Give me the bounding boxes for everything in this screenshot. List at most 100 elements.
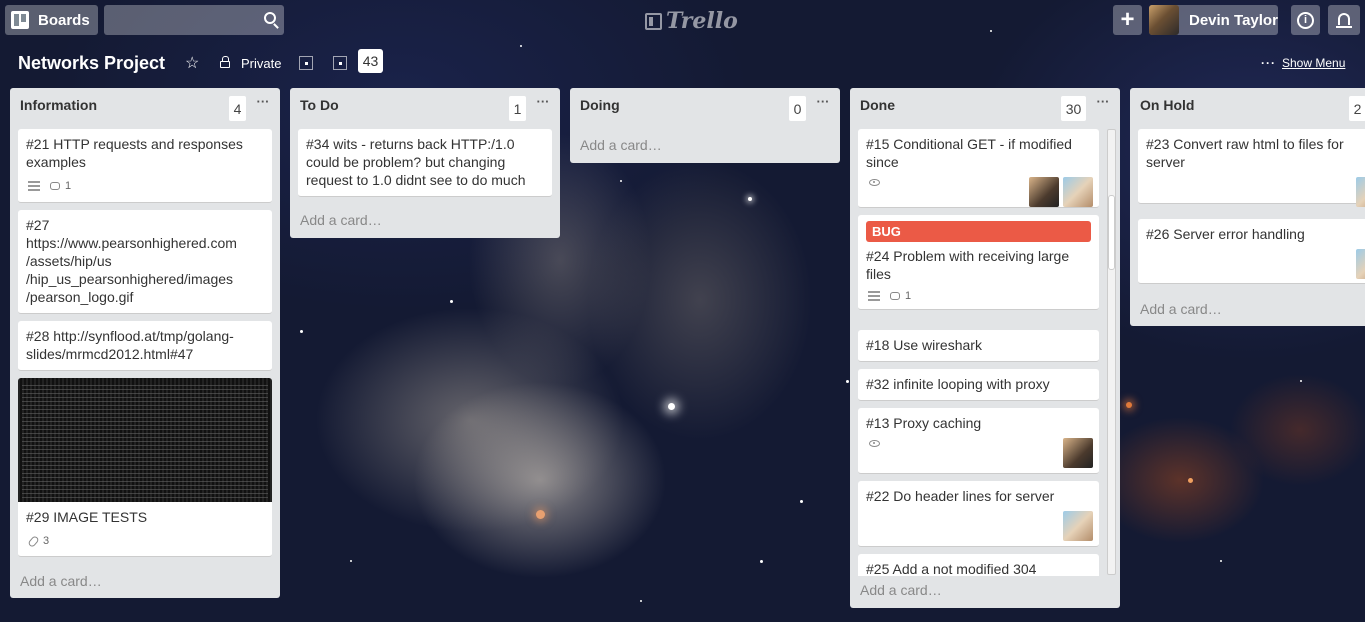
card-title: #22 Do header lines for server (866, 488, 1055, 504)
list-cards-scroll[interactable]: #15 Conditional GET - if modified since … (850, 124, 1120, 576)
member-avatar[interactable] (1063, 438, 1093, 468)
card-25[interactable]: #25 Add a not modified 304 (858, 554, 1099, 576)
list-header[interactable]: On Hold 2 (1130, 88, 1365, 124)
boards-label: Boards (38, 11, 90, 29)
list-doing: Doing 0 ··· Add a card… (570, 88, 840, 163)
card-26[interactable]: #26 Server error handling (1138, 219, 1365, 284)
card-cover-image[interactable] (18, 378, 272, 502)
card-badges: 1 (26, 177, 264, 195)
list-information: Information 4 ··· #21 HTTP requests and … (10, 88, 280, 598)
list-header[interactable]: Information 4 ··· (10, 88, 280, 124)
add-button[interactable]: + (1113, 5, 1142, 35)
boards-button[interactable]: Boards (5, 5, 98, 35)
card-24[interactable]: BUG #24 Problem with receiving large fil… (858, 215, 1099, 310)
card-badges: 3 (26, 532, 264, 550)
info-icon: i (1297, 11, 1314, 29)
list-title[interactable]: Doing (580, 97, 620, 113)
list-title[interactable]: Information (20, 97, 97, 113)
list-on-hold: On Hold 2 #23 Convert raw html to files … (1130, 88, 1365, 326)
board-power-up-icon-2[interactable] (333, 56, 347, 70)
card-title: #24 Problem with receiving large files (866, 248, 1070, 282)
list-count-badge: 2 (1349, 96, 1365, 121)
card-21[interactable]: #21 HTTP requests and responses examples… (18, 129, 272, 203)
add-card-button[interactable]: Add a card… (300, 212, 382, 228)
trello-logo-icon (645, 12, 662, 30)
comment-count: 1 (65, 180, 72, 192)
list-menu-icon[interactable]: ··· (253, 94, 273, 109)
scrollbar-thumb[interactable] (1108, 195, 1115, 270)
list-header[interactable]: To Do 1 ··· (290, 88, 560, 124)
description-icon (868, 291, 880, 301)
list-scrollbar[interactable] (1107, 129, 1116, 575)
list-count-badge: 4 (229, 96, 246, 121)
card-29[interactable]: #29 IMAGE TESTS 3 (18, 502, 272, 557)
card-34[interactable]: #34 wits - returns back HTTP:/1.0 could … (298, 129, 552, 197)
card-title: #15 Conditional GET - if modified since (866, 136, 1072, 170)
card-28[interactable]: #28 http://synflood.at/tmp/golang-slides… (18, 321, 272, 371)
card-badges (866, 438, 1091, 447)
more-icon[interactable]: ··· (1261, 56, 1276, 70)
card-title: #25 Add a not modified 304 (866, 561, 1037, 576)
plus-icon: + (1120, 6, 1135, 33)
card-title: #23 Convert raw html to files for server (1146, 136, 1344, 170)
bell-icon (1336, 13, 1352, 28)
member-avatar[interactable] (1356, 177, 1365, 207)
user-menu-button[interactable]: Devin Taylor (1149, 5, 1278, 35)
board-count-badge[interactable]: 43 (358, 49, 383, 73)
trello-logo[interactable]: Trello (645, 8, 738, 34)
card-title: #21 HTTP requests and responses examples (26, 136, 243, 170)
list-done: Done 30 ··· #15 Conditional GET - if mod… (850, 88, 1120, 608)
card-32[interactable]: #32 infinite looping with proxy (858, 369, 1099, 401)
card-13[interactable]: #13 Proxy caching (858, 408, 1099, 474)
card-title: #18 Use wireshark (866, 337, 982, 353)
watch-icon (869, 440, 880, 447)
comment-count: 1 (905, 290, 912, 302)
list-title[interactable]: On Hold (1140, 97, 1194, 113)
card-title: #34 wits - returns back HTTP:/1.0 could … (306, 136, 526, 188)
list-menu-icon[interactable]: ··· (533, 94, 553, 109)
card-23[interactable]: #23 Convert raw html to files for server (1138, 129, 1365, 207)
description-icon (28, 181, 40, 191)
list-title[interactable]: Done (860, 97, 895, 113)
watch-icon (869, 179, 880, 186)
attachment-icon (27, 534, 40, 548)
add-card-button[interactable]: Add a card… (20, 573, 102, 589)
card-27[interactable]: #27 https://www.pearsonhighered.com /ass… (18, 210, 272, 314)
member-avatar[interactable] (1063, 177, 1093, 207)
board-title[interactable]: Networks Project (18, 53, 165, 74)
list-to-do: To Do 1 ··· #34 wits - returns back HTTP… (290, 88, 560, 238)
star-icon[interactable]: ☆ (185, 54, 199, 72)
card-22[interactable]: #22 Do header lines for server (858, 481, 1099, 547)
list-count-badge: 1 (509, 96, 526, 121)
card-18[interactable]: #18 Use wireshark (858, 330, 1099, 362)
member-avatar[interactable] (1029, 177, 1059, 207)
add-card-button[interactable]: Add a card… (580, 137, 662, 153)
list-header[interactable]: Done 30 ··· (850, 88, 1120, 124)
search-input[interactable] (104, 5, 284, 35)
list-menu-icon[interactable]: ··· (1093, 94, 1113, 109)
list-count-badge: 30 (1061, 96, 1086, 121)
list-title[interactable]: To Do (300, 97, 339, 113)
list-header[interactable]: Doing 0 ··· (570, 88, 840, 124)
card-15[interactable]: #15 Conditional GET - if modified since (858, 129, 1099, 208)
card-title: #32 infinite looping with proxy (866, 376, 1050, 392)
member-avatar[interactable] (1356, 249, 1365, 279)
list-menu-icon[interactable]: ··· (813, 94, 833, 109)
card-badges: 1 (866, 287, 1091, 305)
board-power-up-icon[interactable] (299, 56, 313, 70)
top-navigation-bar: Boards Trello + Devin Taylor i (0, 0, 1365, 40)
card-title: #27 https://www.pearsonhighered.com /ass… (26, 217, 237, 305)
card-title: #26 Server error handling (1146, 226, 1305, 242)
info-button[interactable]: i (1291, 5, 1320, 35)
visibility-button[interactable]: Private (241, 54, 281, 72)
member-avatar[interactable] (1063, 511, 1093, 541)
notifications-button[interactable] (1328, 5, 1360, 35)
card-title: #28 http://synflood.at/tmp/golang-slides… (26, 328, 234, 362)
add-card-button[interactable]: Add a card… (860, 582, 942, 598)
card-title: #13 Proxy caching (866, 415, 982, 431)
add-card-button[interactable]: Add a card… (1140, 301, 1222, 317)
search-icon[interactable] (264, 12, 276, 24)
attachment-count: 3 (43, 535, 50, 547)
trello-logo-text: Trello (666, 8, 738, 34)
show-menu-link[interactable]: Show Menu (1282, 56, 1345, 70)
